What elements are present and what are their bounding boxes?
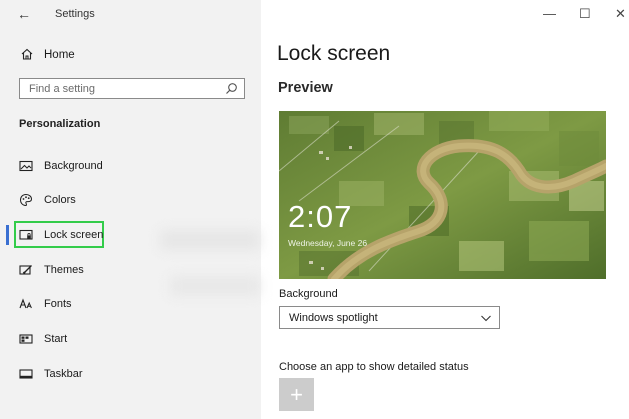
picture-icon <box>19 160 33 172</box>
sidebar-item-label: Start <box>44 333 68 345</box>
status-app-label: Choose an app to show detailed status <box>279 361 469 373</box>
sidebar-item-label: Themes <box>44 264 84 276</box>
selection-indicator <box>6 225 9 245</box>
maximize-icon[interactable]: ☐ <box>579 6 591 22</box>
add-status-app-button[interactable]: + <box>279 378 314 411</box>
sidebar-item-home[interactable]: Home <box>0 44 261 66</box>
search-input[interactable]: Find a setting <box>19 78 245 99</box>
section-title: Personalization <box>19 118 101 130</box>
dropdown-value: Windows spotlight <box>289 312 378 324</box>
window-title: Settings <box>55 8 95 20</box>
sidebar-item-label: Fonts <box>44 298 72 310</box>
back-arrow-icon[interactable]: ← <box>17 6 31 22</box>
start-icon <box>19 334 33 344</box>
preview-date: Wednesday, June 26 <box>288 238 368 248</box>
sidebar: ← Settings Home Find a setting Personali… <box>0 0 261 419</box>
sidebar-item-background[interactable]: Background <box>0 154 261 178</box>
blur-region <box>160 230 260 250</box>
blur-region <box>170 276 260 296</box>
page-title: Lock screen <box>277 42 391 65</box>
sidebar-item-label: Lock screen <box>44 229 104 241</box>
home-icon <box>21 48 33 60</box>
sidebar-item-label: Background <box>44 160 103 172</box>
lock-screen-icon <box>19 229 33 240</box>
palette-icon <box>19 193 33 207</box>
background-label: Background <box>279 288 338 300</box>
taskbar-icon <box>19 369 33 379</box>
sidebar-item-start[interactable]: Start <box>0 327 261 351</box>
plus-icon: + <box>290 382 303 407</box>
background-dropdown[interactable]: Windows spotlight <box>279 306 500 329</box>
chevron-down-icon <box>481 315 491 322</box>
sidebar-item-label: Colors <box>44 194 76 206</box>
sidebar-item-colors[interactable]: Colors <box>0 188 261 212</box>
search-icon <box>226 83 237 94</box>
themes-icon <box>19 265 32 275</box>
minimize-icon[interactable]: — <box>543 6 556 21</box>
search-placeholder: Find a setting <box>29 83 96 95</box>
fonts-icon <box>19 298 32 309</box>
sidebar-item-label: Home <box>44 49 75 61</box>
preview-image <box>279 111 606 279</box>
close-icon[interactable]: ✕ <box>615 6 626 22</box>
sidebar-item-taskbar[interactable]: Taskbar <box>0 362 261 386</box>
lock-screen-preview: 2:07 Wednesday, June 26 <box>279 111 606 279</box>
sidebar-item-label: Taskbar <box>44 368 83 380</box>
preview-heading: Preview <box>278 80 333 96</box>
preview-clock: 2:07 <box>288 199 353 234</box>
